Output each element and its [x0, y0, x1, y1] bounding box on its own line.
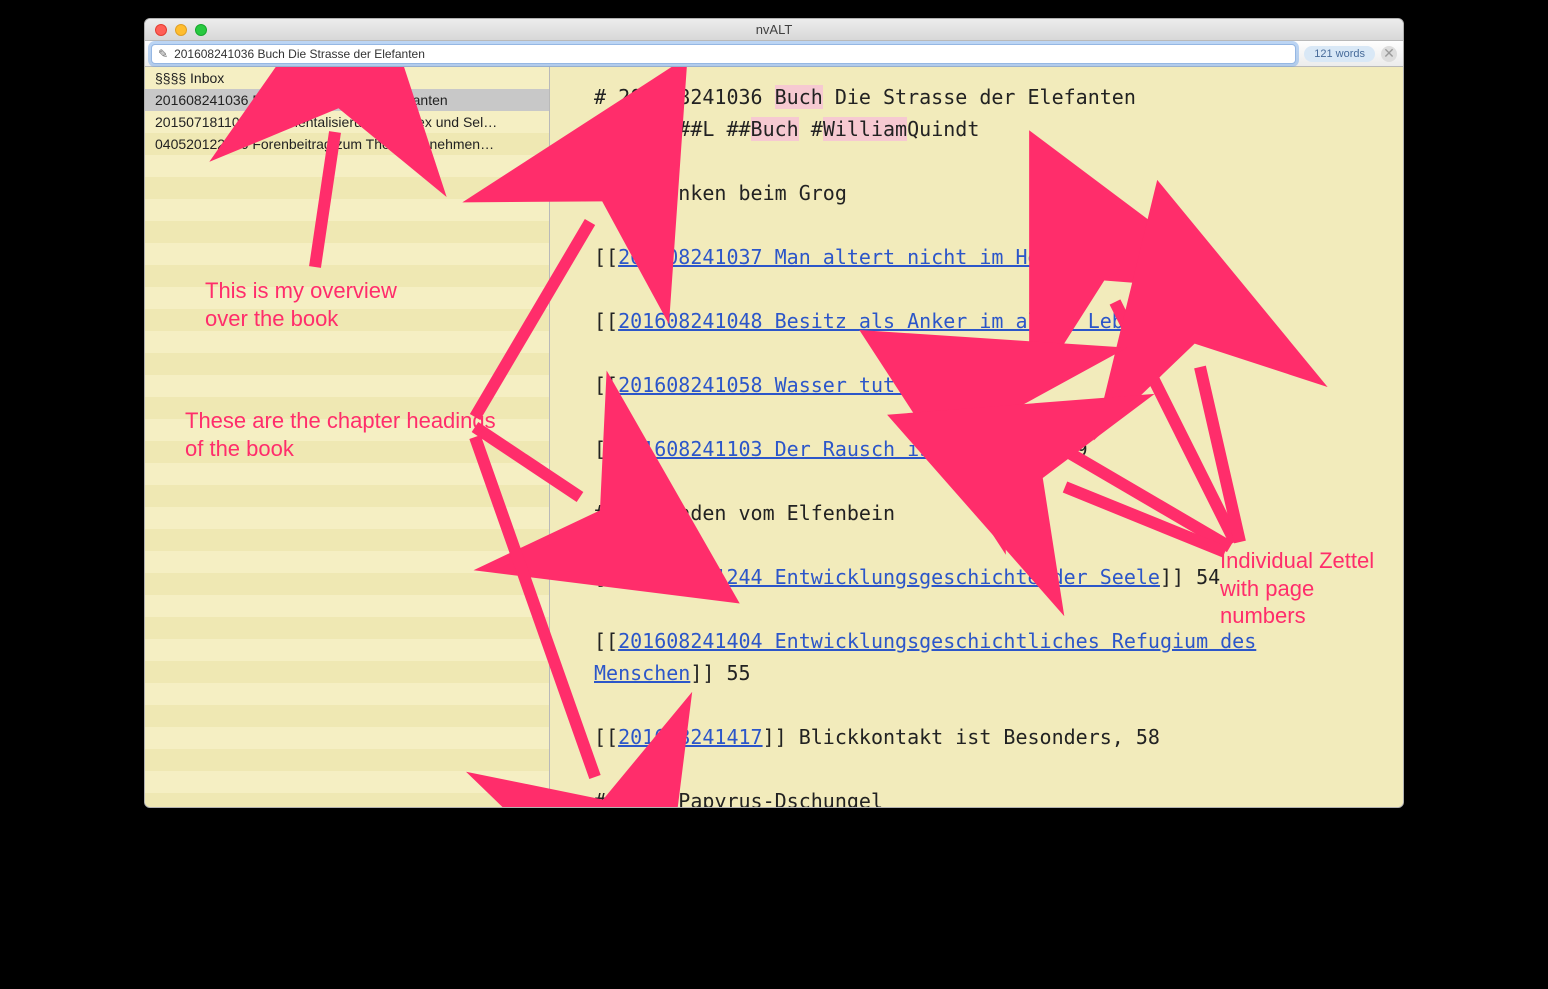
- minimize-icon[interactable]: [175, 24, 187, 36]
- tags-line: tags = ##L ##Buch #WilliamQuindt: [594, 113, 1375, 145]
- wikilink-line: [[201608241244 Entwicklungsgeschichte de…: [594, 561, 1375, 593]
- search-bar: ✎ 201608241036 Buch Die Strasse der Elef…: [145, 41, 1403, 67]
- list-item[interactable]: 040520122106 Forenbeitrag zum Thema Abne…: [145, 133, 549, 155]
- wikilink-line: [[201608241058 Wasser tut gut]] 17: [594, 369, 1375, 401]
- wikilink[interactable]: 201608241048 Besitz als Anker im alten L…: [618, 309, 1148, 333]
- list-item[interactable]: §§§§ Inbox: [145, 67, 549, 89]
- wikilink-line: [[201608241404 Entwicklungsgeschichtlich…: [594, 625, 1375, 657]
- pencil-icon: ✎: [158, 47, 168, 61]
- window-controls: [145, 24, 207, 36]
- list-item[interactable]: 201507181107 Instrumentalisierung von Se…: [145, 111, 549, 133]
- wikilink-line: [[201608241037 Man altert nicht im Herze…: [594, 241, 1375, 273]
- wikilink[interactable]: 201608241103 Der Rausch ist heilig: [618, 437, 1027, 461]
- window-title: nvALT: [145, 22, 1403, 37]
- word-count-badge: 121 words: [1304, 46, 1375, 62]
- zoom-icon[interactable]: [195, 24, 207, 36]
- wikilink-line: [[201608241103 Der Rausch ist heilig]] 1…: [594, 433, 1375, 465]
- wikilink[interactable]: 201608241244 Entwicklungsgeschichte der …: [618, 565, 1160, 589]
- wikilink-line: Menschen]] 55: [594, 657, 1375, 689]
- wikilink[interactable]: 201608241058 Wasser tut gut: [618, 373, 943, 397]
- app-body: §§§§ Inbox 201608241036 Buch Die Strasse…: [145, 67, 1403, 807]
- app-window: nvALT ✎ 201608241036 Buch Die Strasse de…: [144, 18, 1404, 808]
- heading: ## Gedanken beim Grog: [594, 177, 1375, 209]
- wikilink-line: [[201608241048 Besitz als Anker im alten…: [594, 305, 1375, 337]
- heading: ## Legenden vom Elfenbein: [594, 497, 1375, 529]
- close-icon[interactable]: [155, 24, 167, 36]
- titlebar: nvALT: [145, 19, 1403, 41]
- wikilink[interactable]: Menschen: [594, 661, 690, 685]
- clear-search-button[interactable]: ✕: [1381, 46, 1397, 62]
- search-input[interactable]: ✎ 201608241036 Buch Die Strasse der Elef…: [151, 44, 1296, 64]
- wikilink[interactable]: 201608241037 Man altert nicht im Herzen: [618, 245, 1088, 269]
- wikilink[interactable]: 201608241404 Entwicklungsgeschichtliches…: [618, 629, 1256, 653]
- wikilink-line: [[201608241417]] Blickkontakt ist Besond…: [594, 721, 1375, 753]
- heading: ## Der Papyrus-Dschungel: [594, 785, 1375, 807]
- note-title-line: # 201608241036 Buch Die Strasse der Elef…: [594, 81, 1375, 113]
- list-item[interactable]: 201608241036 Buch Die Strasse der Elefan…: [145, 89, 549, 111]
- wikilink[interactable]: 201608241417: [618, 725, 763, 749]
- note-list[interactable]: §§§§ Inbox 201608241036 Buch Die Strasse…: [145, 67, 550, 807]
- search-value: 201608241036 Buch Die Strasse der Elefan…: [174, 47, 425, 61]
- note-editor[interactable]: # 201608241036 Buch Die Strasse der Elef…: [550, 67, 1403, 807]
